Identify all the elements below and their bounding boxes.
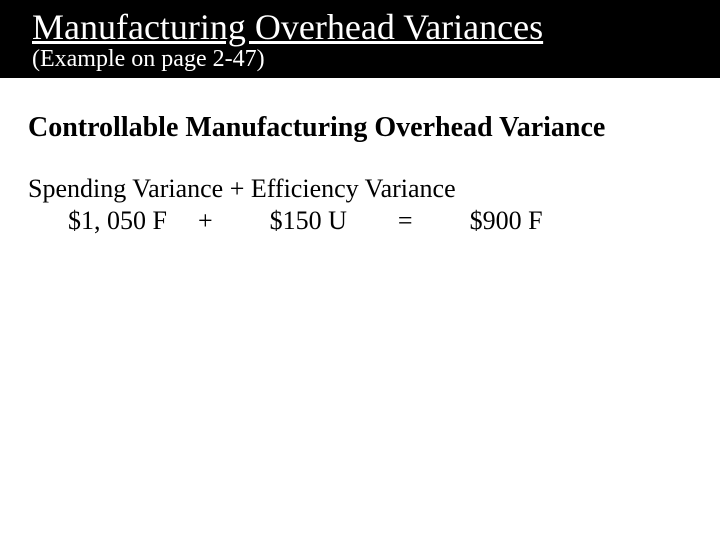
formula-mid-value: $150 U: [270, 206, 347, 236]
formula-right-value: $900 F: [470, 206, 543, 236]
slide-title: Manufacturing Overhead Variances: [0, 8, 720, 48]
slide-subtitle: (Example on page 2-47): [0, 46, 720, 72]
slide-content: Controllable Manufacturing Overhead Vari…: [0, 78, 720, 236]
formula-operator-equals: =: [398, 206, 413, 236]
formula-label: Spending Variance + Efficiency Variance: [28, 174, 692, 204]
formula-operator-plus: +: [198, 206, 213, 236]
formula-left-value: $1, 050 F: [68, 206, 167, 236]
slide-header: Manufacturing Overhead Variances (Exampl…: [0, 0, 720, 78]
formula-values: $1, 050 F + $150 U = $900 F: [28, 206, 692, 236]
section-heading: Controllable Manufacturing Overhead Vari…: [28, 112, 692, 144]
